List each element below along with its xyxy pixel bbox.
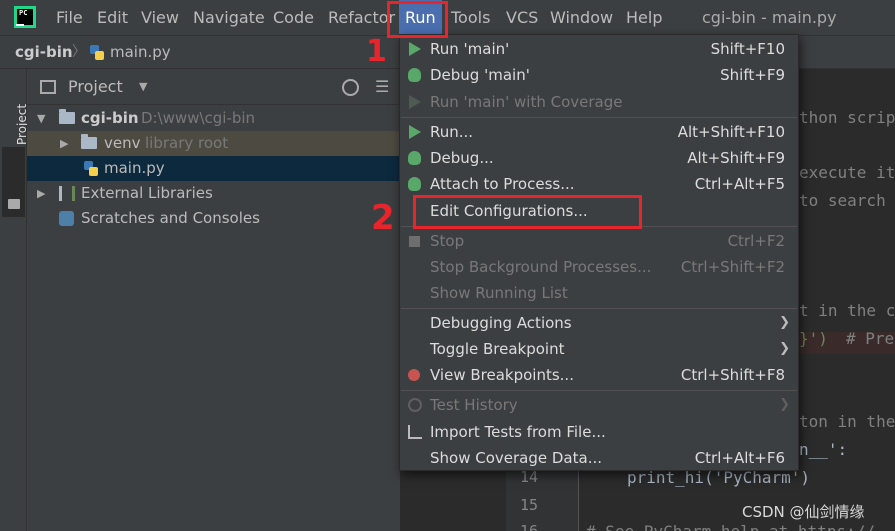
menu-separator	[401, 117, 797, 118]
menu-window[interactable]: Window	[550, 0, 613, 35]
tree-item-label: cgi-bin	[81, 109, 139, 127]
history-icon	[408, 398, 422, 412]
chevron-right-icon[interactable]: ▶	[60, 131, 68, 156]
locate-icon[interactable]	[342, 79, 359, 96]
project-panel: Project ▼ ☰ ▼ cgi-bin D:\www\cgi-bin ▶ v…	[27, 69, 400, 531]
python-file-icon	[84, 161, 98, 176]
tree-item-label: main.py	[104, 159, 165, 177]
menu-item-debugging-actions[interactable]: Debugging Actions ❯	[400, 310, 798, 336]
code-fragment: # Pre	[846, 329, 895, 348]
coverage-icon	[409, 95, 421, 109]
debug-icon	[408, 68, 421, 82]
watermark: CSDN @仙剑情缘	[742, 503, 865, 521]
menu-item-run[interactable]: Run... Alt+Shift+F10	[400, 119, 798, 145]
line-number: 15	[519, 496, 538, 514]
code-fragment: execute it	[799, 163, 895, 182]
tree-item-scratches[interactable]: Scratches and Consoles	[27, 206, 400, 231]
breadcrumb-file[interactable]: main.py	[110, 36, 171, 68]
attach-icon	[408, 177, 421, 191]
breakpoints-icon	[408, 369, 420, 381]
menu-help[interactable]: Help	[626, 0, 662, 35]
annotation-box-run-menu	[387, 1, 448, 38]
code-fragment: n__':	[799, 440, 848, 459]
chevron-right-icon: ❯	[779, 315, 790, 330]
library-icon	[59, 186, 75, 201]
project-panel-header: Project ▼ ☰	[27, 69, 400, 105]
menu-item-toggle-breakpoint[interactable]: Toggle Breakpoint ❯	[400, 336, 798, 362]
chevron-right-icon[interactable]: ▶	[37, 181, 45, 206]
annotation-step-1: 1	[366, 34, 387, 69]
python-file-icon	[90, 45, 104, 60]
folder-icon	[8, 199, 20, 209]
code-fragment: ton in the	[799, 412, 895, 431]
menu-item-import-tests[interactable]: Import Tests from File...	[400, 419, 798, 445]
debug-icon	[408, 151, 421, 165]
menu-refactor[interactable]: Refactor	[328, 0, 395, 35]
import-icon	[408, 425, 422, 439]
chevron-down-icon[interactable]: ▼	[37, 106, 45, 131]
breadcrumb-project[interactable]: cgi-bin	[15, 36, 73, 68]
menu-item-attach-to-process[interactable]: Attach to Process... Ctrl+Alt+F5	[400, 171, 798, 197]
menu-item-test-history[interactable]: Test History ❯	[400, 392, 798, 418]
run-icon	[409, 125, 421, 139]
menu-item-run-with-coverage[interactable]: Run 'main' with Coverage	[400, 89, 798, 115]
tree-item-main-py[interactable]: main.py	[27, 156, 400, 181]
menu-separator	[401, 390, 797, 391]
menu-item-stop[interactable]: Stop Ctrl+F2	[400, 228, 798, 254]
window-title: cgi-bin - main.py	[702, 8, 837, 27]
menu-item-stop-background[interactable]: Stop Background Processes... Ctrl+Shift+…	[400, 254, 798, 280]
code-fragment: # See PyCharm help at https://	[586, 522, 875, 531]
folder-icon	[81, 134, 97, 149]
menu-item-show-running-list[interactable]: Show Running List	[400, 280, 798, 306]
menu-vcs[interactable]: VCS	[506, 0, 538, 35]
tree-item-venv[interactable]: ▶ venv library root	[27, 131, 400, 156]
scratches-icon	[59, 211, 74, 226]
tree-item-label: venv	[104, 134, 141, 152]
code-fragment: t in the c	[799, 301, 895, 320]
code-fragment: thon scrip	[799, 108, 895, 127]
collapse-all-icon[interactable]: ☰	[375, 77, 389, 97]
tool-window-strip: Project	[0, 69, 29, 531]
code-fragment: to search	[799, 191, 886, 210]
tree-item-hint: library root	[145, 134, 229, 152]
project-view-icon	[40, 80, 56, 94]
line-number: 16	[519, 522, 538, 531]
run-menu-dropdown: Run 'main' Shift+F10 Debug 'main' Shift+…	[399, 34, 799, 471]
breadcrumb-separator-icon: 〉	[72, 44, 86, 60]
menu-item-debug[interactable]: Debug... Alt+Shift+F9	[400, 145, 798, 171]
run-icon	[409, 42, 421, 56]
annotation-box-edit-configurations	[413, 195, 642, 229]
chevron-right-icon: ❯	[779, 397, 790, 412]
pycharm-logo-icon: PC	[14, 6, 36, 28]
annotation-step-2: 2	[371, 198, 395, 238]
menu-view[interactable]: View	[141, 0, 179, 35]
tree-item-external-libraries[interactable]: ▶ External Libraries	[27, 181, 400, 206]
menu-tools[interactable]: Tools	[451, 0, 490, 35]
menu-item-run-main[interactable]: Run 'main' Shift+F10	[400, 36, 798, 62]
code-fragment: }')	[799, 329, 828, 348]
stop-icon	[409, 236, 420, 247]
menu-item-view-breakpoints[interactable]: View Breakpoints... Ctrl+Shift+F8	[400, 362, 798, 388]
chevron-down-icon[interactable]: ▼	[139, 69, 147, 105]
menu-navigate[interactable]: Navigate	[193, 0, 265, 35]
menu-file[interactable]: File	[56, 0, 83, 35]
menu-separator	[401, 308, 797, 309]
tree-item-label: External Libraries	[81, 184, 213, 202]
project-panel-title[interactable]: Project	[68, 69, 123, 105]
chevron-right-icon: ❯	[779, 341, 790, 356]
tree-item-label: Scratches and Consoles	[81, 209, 260, 227]
tree-item-path: D:\www\cgi-bin	[141, 109, 256, 127]
menu-item-debug-main[interactable]: Debug 'main' Shift+F9	[400, 62, 798, 88]
menu-edit[interactable]: Edit	[97, 0, 128, 35]
tree-item-cgi-bin[interactable]: ▼ cgi-bin D:\www\cgi-bin	[27, 106, 400, 131]
folder-icon	[59, 109, 75, 124]
menu-item-show-coverage-data[interactable]: Show Coverage Data... Ctrl+Alt+F6	[400, 445, 798, 471]
menu-code[interactable]: Code	[273, 0, 314, 35]
